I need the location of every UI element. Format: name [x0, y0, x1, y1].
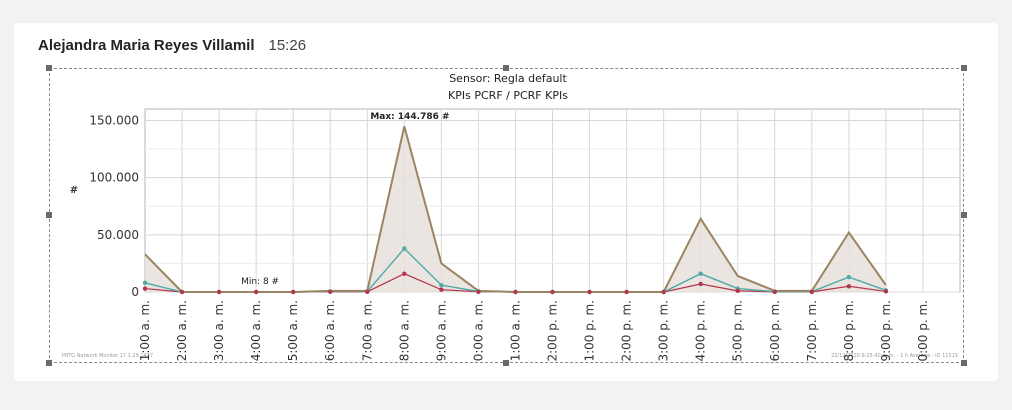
message-card: Alejandra Maria Reyes Villamil 15:26 Sen… [14, 23, 998, 381]
x-tick-label: 11:00 a. m. [508, 300, 522, 362]
x-tick-label: 9:00 a. m. [434, 300, 448, 361]
data-point-red [290, 289, 296, 295]
data-point-red [772, 289, 777, 295]
x-tick-label: 5:00 a. m. [286, 300, 300, 361]
x-tick-label: 8:00 p. m. [842, 300, 856, 362]
data-point-red [216, 289, 222, 295]
data-point-red [328, 289, 333, 294]
y-axis-label: # [70, 185, 78, 196]
data-point-red [402, 271, 407, 276]
x-tick-label: 9:00 p. m. [879, 300, 893, 362]
y-tick-label: 0 [131, 285, 139, 299]
y-tick-label: 50.000 [97, 228, 139, 242]
resize-handle-top-left[interactable] [46, 65, 52, 71]
resize-handle-middle-left[interactable] [46, 212, 52, 218]
data-point-red [661, 289, 666, 295]
x-tick-label: 4:00 a. m. [249, 300, 263, 361]
data-point-red [735, 288, 740, 294]
y-tick-label: 100.000 [89, 171, 139, 185]
data-point-red [142, 286, 148, 291]
x-tick-label: 3:00 a. m. [212, 300, 226, 361]
sender-name[interactable]: Alejandra Maria Reyes Villamil [38, 37, 255, 54]
data-point-red [809, 289, 815, 295]
x-tick-label: 2:00 a. m. [175, 300, 189, 361]
x-tick-label: 1:00 a. m. [138, 300, 152, 361]
x-tick-label: 3:00 p. m. [657, 300, 671, 362]
chart-title: Sensor: Regla default [449, 72, 567, 85]
resize-handle-bottom-left[interactable] [46, 360, 52, 366]
data-point-red [846, 284, 852, 289]
data-point-red [550, 289, 555, 295]
data-point-red [624, 289, 629, 295]
x-tick-label: 5:00 p. m. [731, 300, 745, 362]
data-point-red [587, 289, 592, 295]
resize-handle-top-center[interactable] [503, 65, 509, 71]
x-tick-label: 7:00 a. m. [360, 300, 374, 361]
x-tick-label: 4:00 p. m. [694, 300, 708, 362]
data-point-red [476, 289, 481, 294]
data-point-teal [402, 246, 407, 251]
message-header: Alejandra Maria Reyes Villamil 15:26 [38, 37, 306, 54]
data-point-teal [846, 274, 852, 280]
x-tick-label: 6:00 a. m. [323, 300, 337, 361]
resize-handle-top-right[interactable] [961, 65, 967, 71]
resize-handle-bottom-right[interactable] [961, 360, 967, 366]
data-point-red [698, 281, 703, 287]
y-tick-label: 150.000 [89, 113, 139, 127]
data-point-teal [439, 282, 444, 288]
data-point-red [253, 289, 259, 295]
x-tick-label: 8:00 a. m. [397, 300, 411, 361]
data-point-teal [698, 271, 703, 276]
message-timestamp: 15:26 [268, 37, 307, 54]
data-point-red [365, 289, 370, 294]
max-annotation: Max: 144.786 # [370, 112, 449, 122]
x-tick-label: 10:00 p. m. [916, 300, 930, 362]
x-tick-label: 12:00 p. m. [546, 300, 560, 362]
data-point-red [883, 289, 889, 294]
image-attachment[interactable]: Sensor: Regla default KPIs PCRF / PCRF K… [46, 65, 967, 366]
x-tick-label: 10:00 a. m. [471, 300, 485, 362]
data-point-red [439, 287, 444, 292]
resize-handle-middle-right[interactable] [961, 212, 967, 218]
min-annotation: Min: 8 # [241, 277, 279, 287]
chart-subtitle: KPIs PCRF / PCRF KPIs [448, 89, 568, 102]
data-point-red [179, 289, 185, 295]
x-tick-label: 6:00 p. m. [768, 300, 782, 362]
resize-handle-bottom-center[interactable] [503, 360, 509, 366]
x-tick-label: 1:00 p. m. [583, 300, 597, 362]
data-point-red [513, 289, 518, 295]
x-tick-label: 2:00 p. m. [620, 300, 634, 362]
prtg-chart: Sensor: Regla default KPIs PCRF / PCRF K… [62, 72, 961, 362]
x-tick-label: 7:00 p. m. [805, 300, 819, 362]
data-point-teal [142, 280, 148, 286]
